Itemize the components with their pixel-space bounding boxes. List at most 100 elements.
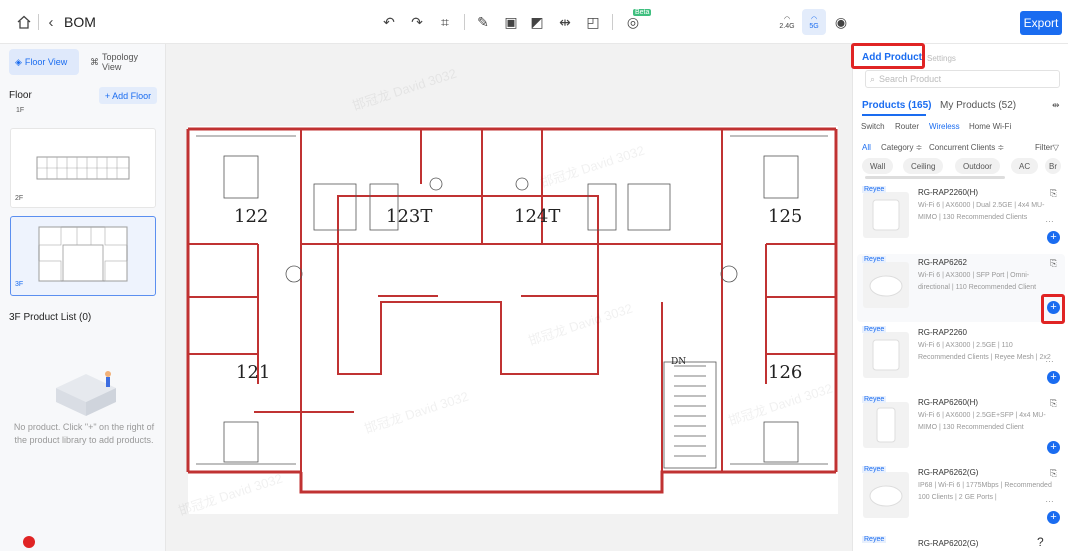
- category-wireless[interactable]: Wireless: [929, 122, 960, 131]
- topology-icon: ⌘: [90, 56, 99, 67]
- empty-state-text: No product. Click "+" on the right of th…: [13, 422, 155, 445]
- chevron-left-icon[interactable]: ‹: [44, 14, 58, 31]
- tab-floor-view[interactable]: ◈ Floor View: [9, 49, 79, 75]
- product-image: [863, 402, 909, 448]
- add-product-button[interactable]: +: [1047, 441, 1060, 454]
- collapse-icon[interactable]: ⇹: [1052, 100, 1060, 111]
- notification-badge[interactable]: [23, 536, 35, 548]
- room-label: 126: [768, 362, 802, 383]
- filter-button[interactable]: Filter▽: [1035, 143, 1059, 152]
- floor-label: 2F: [15, 195, 24, 202]
- product-image: [863, 192, 909, 238]
- empty-illustration-icon: [52, 362, 120, 421]
- room-label: 121: [236, 362, 270, 383]
- add-product-button[interactable]: +: [1047, 371, 1060, 384]
- category-home-wifi[interactable]: Home Wi-Fi: [969, 122, 1011, 131]
- brand-badge: Reyee: [862, 326, 887, 333]
- stair-label: DN: [671, 357, 686, 367]
- product-name: RG-RAP2260: [918, 328, 967, 337]
- product-image: [863, 262, 909, 308]
- layers-icon: ◈: [15, 56, 22, 67]
- filter-category[interactable]: Category ≑: [881, 143, 922, 152]
- home-icon[interactable]: [16, 14, 32, 30]
- tab-my-products[interactable]: My Products (52): [940, 100, 1016, 111]
- product-card[interactable]: Reyee RG-RAP6262(G) IP68 | Wi-Fi 6 | 177…: [857, 464, 1065, 532]
- product-name: RG-RAP2260(H): [918, 188, 979, 197]
- product-card[interactable]: Reyee RG-RAP6262 Wi-Fi 6 | AX3000 | SFP …: [857, 254, 1065, 324]
- floor-label: 3F: [15, 281, 24, 288]
- floor-label: 1F: [16, 107, 25, 114]
- product-desc: Wi-Fi 6 | AX6000 | Dual 2.5GE | 4x4 MU-M…: [918, 202, 1045, 221]
- product-desc: Wi-Fi 6 | AX3000 | 2.5GE | 110 Recommend…: [918, 342, 1051, 361]
- product-card[interactable]: Reyee RG-RAP6202(G): [857, 534, 1065, 551]
- help-icon[interactable]: ?: [1037, 535, 1044, 549]
- datasheet-icon[interactable]: ⎘: [1050, 468, 1057, 479]
- divider: [612, 14, 613, 30]
- category-router[interactable]: Router: [895, 122, 919, 131]
- wifi-5g-icon[interactable]: ◠ 5G: [802, 9, 826, 35]
- tab-products[interactable]: Products (165): [862, 100, 931, 111]
- product-desc: Wi-Fi 6 | AX6000 | 2.5GE+SFP | 4x4 MU-MI…: [918, 412, 1046, 431]
- product-name: RG-RAP6262: [918, 258, 967, 267]
- product-image: [863, 472, 909, 518]
- floor-thumbnail-2f[interactable]: 2F: [10, 128, 156, 208]
- ai-wall-icon[interactable]: ▣: [502, 13, 520, 31]
- tab-topology-view[interactable]: ⌘ Topology View: [84, 49, 165, 75]
- filter-concurrent-clients[interactable]: Concurrent Clients ≑: [929, 143, 1004, 152]
- door-icon[interactable]: ⇹: [556, 13, 574, 31]
- location-icon[interactable]: ◉: [832, 13, 850, 31]
- floor-plan-canvas[interactable]: 122 123T 124T 125 121 126 DN 邯冠龙 David 3…: [166, 44, 852, 551]
- filter-all[interactable]: All: [862, 143, 871, 152]
- floor-thumbnail-3f[interactable]: 3F: [10, 216, 156, 296]
- highlight-box: [851, 43, 925, 69]
- product-name: RG-RAP6260(H): [918, 398, 979, 407]
- product-desc: IP68 | Wi-Fi 6 | 1775Mbps | Recommended …: [918, 482, 1052, 501]
- chip-ceiling[interactable]: Ceiling: [903, 158, 944, 174]
- add-product-button[interactable]: +: [1047, 511, 1060, 524]
- more-icon[interactable]: …: [1045, 494, 1054, 504]
- search-icon: ⌕: [870, 73, 876, 84]
- room-label: 124T: [514, 206, 560, 227]
- product-list-heading: 3F Product List (0): [9, 312, 92, 323]
- top-bar: ‹ BOM ↶ ↷ ⌗ ✎ ▣ ◩ ⇹ ◰ ◎ Beta ◠ 2.4G ◠ 5G ◉…: [0, 0, 1068, 44]
- chip-outdoor[interactable]: Outdoor: [955, 158, 1000, 174]
- brand-badge: Reyee: [862, 256, 887, 263]
- product-card[interactable]: Reyee RG-RAP6260(H) Wi-Fi 6 | AX6000 | 2…: [857, 394, 1065, 462]
- ruler-icon[interactable]: ✎: [474, 13, 492, 31]
- brand-badge: Reyee: [862, 396, 887, 403]
- product-card[interactable]: Reyee RG-RAP2260 Wi-Fi 6 | AX3000 | 2.5G…: [857, 324, 1065, 392]
- category-switch[interactable]: Switch: [861, 122, 885, 131]
- add-product-button[interactable]: +: [1047, 231, 1060, 244]
- tab-underline: [862, 114, 926, 116]
- scrollbar[interactable]: [865, 176, 1005, 179]
- brand-badge: Reyee: [862, 466, 887, 473]
- add-floor-button[interactable]: + Add Floor: [99, 87, 157, 104]
- product-library-panel: Add Product Settings ⌕ Search Product Pr…: [851, 43, 1068, 551]
- obstacle-icon[interactable]: ◰: [584, 13, 602, 31]
- room-label: 125: [768, 206, 802, 227]
- undo-icon[interactable]: ↶: [380, 13, 398, 31]
- page-title: BOM: [64, 14, 96, 30]
- tab-settings[interactable]: Settings: [927, 54, 956, 63]
- highlight-box: [1041, 294, 1065, 324]
- more-icon[interactable]: …: [1045, 214, 1054, 224]
- floor-heading: Floor: [9, 90, 32, 101]
- search-input[interactable]: ⌕ Search Product: [865, 70, 1060, 88]
- beta-badge: Beta: [633, 9, 652, 16]
- product-card[interactable]: Reyee RG-RAP2260(H) Wi-Fi 6 | AX6000 | D…: [857, 184, 1065, 252]
- wifi-24g-icon[interactable]: ◠ 2.4G: [778, 13, 796, 31]
- export-button[interactable]: Export: [1020, 11, 1062, 35]
- redo-icon[interactable]: ↷: [408, 13, 426, 31]
- draw-wall-icon[interactable]: ◩: [528, 13, 546, 31]
- divider: [464, 14, 465, 30]
- datasheet-icon[interactable]: ⎘: [1050, 188, 1057, 199]
- crop-icon[interactable]: ⌗: [436, 13, 454, 31]
- datasheet-icon[interactable]: ⎘: [1050, 398, 1057, 409]
- room-label: 123T: [386, 206, 432, 227]
- datasheet-icon[interactable]: ⎘: [1050, 258, 1057, 269]
- room-label: 122: [234, 206, 268, 227]
- chip-ac[interactable]: AC: [1011, 158, 1039, 174]
- chip-wall[interactable]: Wall: [862, 158, 894, 174]
- more-icon[interactable]: …: [1045, 354, 1054, 364]
- chip-more[interactable]: Br: [1045, 158, 1061, 174]
